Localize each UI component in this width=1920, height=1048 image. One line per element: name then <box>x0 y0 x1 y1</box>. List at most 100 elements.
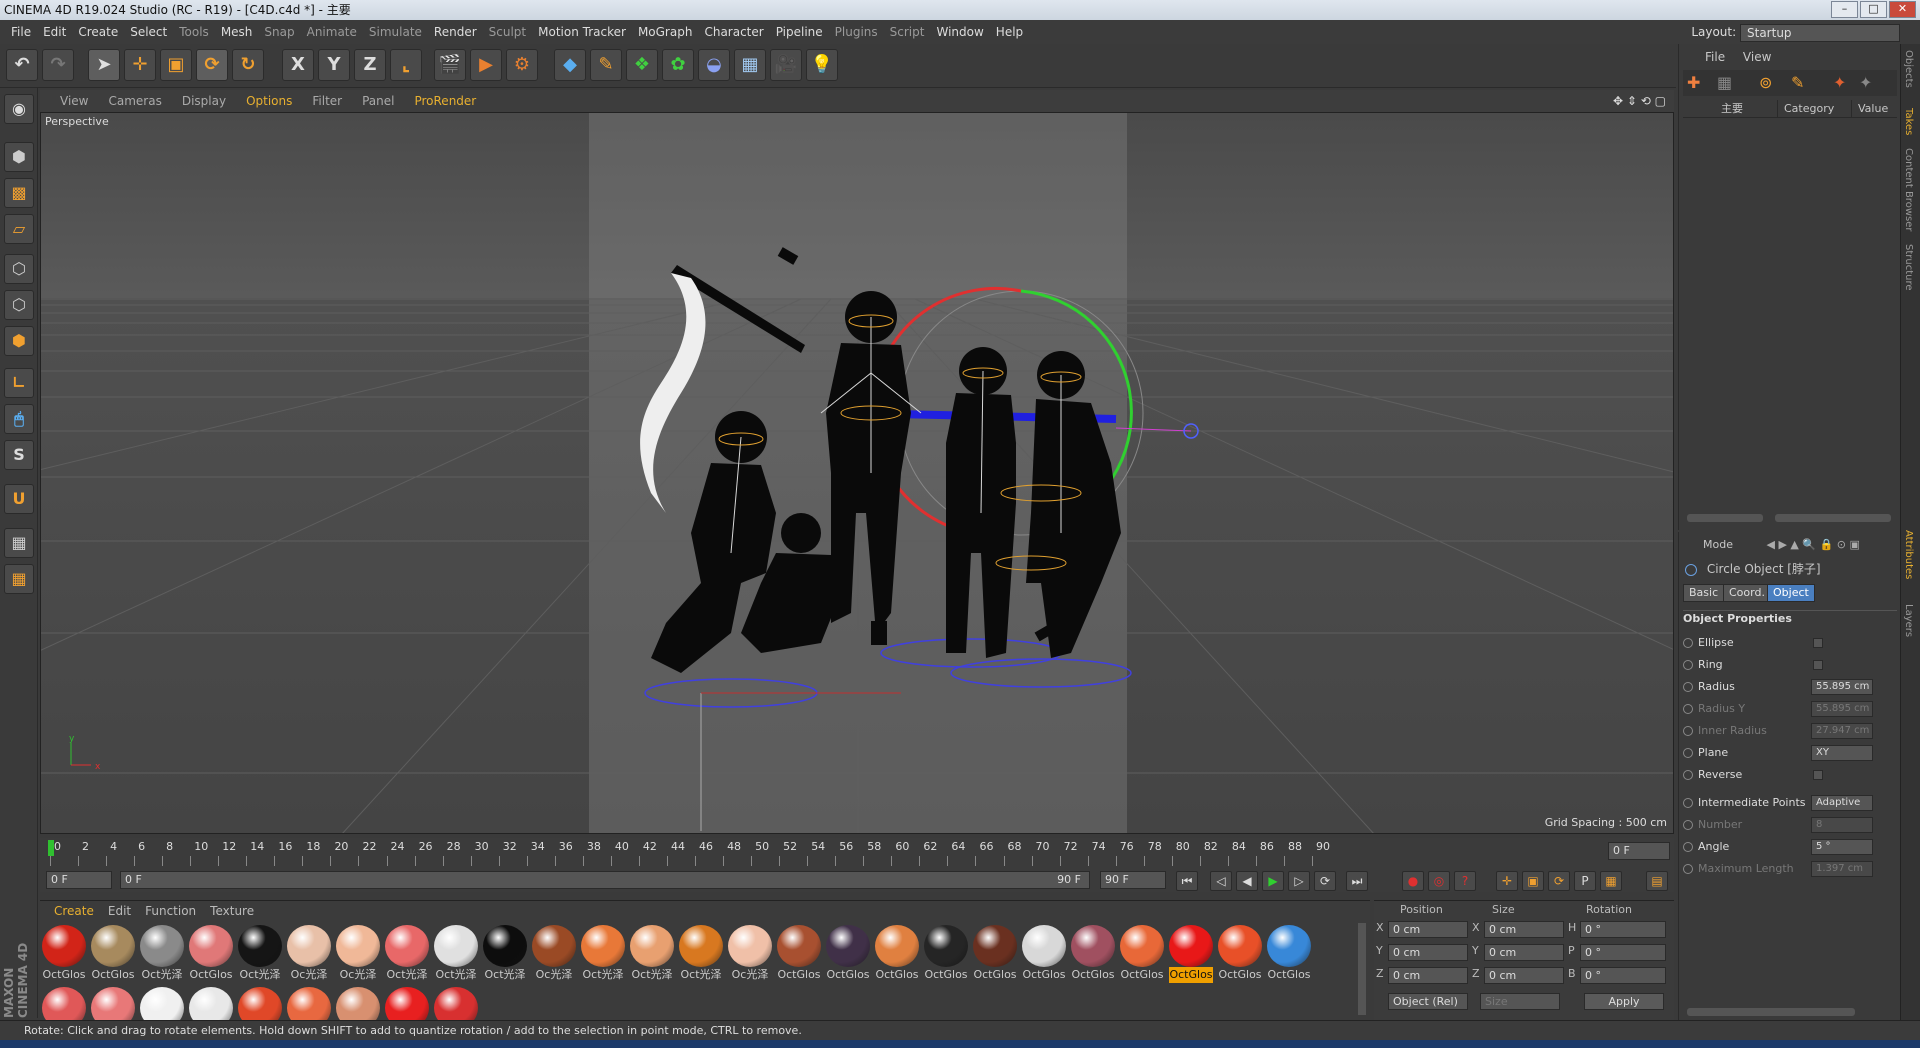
animate-toggle-icon[interactable] <box>1683 682 1693 692</box>
menu-help[interactable]: Help <box>995 20 1024 44</box>
side-tab-layers[interactable]: Layers <box>1903 604 1914 637</box>
material-swatch[interactable]: Oc光泽 <box>336 925 380 983</box>
key-pla-icon[interactable]: ▦ <box>1600 871 1622 891</box>
maximize-button[interactable]: □ <box>1860 1 1887 18</box>
animate-toggle-icon[interactable] <box>1683 748 1693 758</box>
attr-checkbox[interactable] <box>1813 660 1823 670</box>
menu-plugins[interactable]: Plugins <box>834 20 879 44</box>
menu-create[interactable]: Create <box>77 20 119 44</box>
pen-spline-icon[interactable]: ✎ <box>590 49 622 81</box>
material-swatch[interactable]: OctGlos <box>189 925 233 983</box>
redo-icon[interactable]: ↷ <box>42 49 74 81</box>
material-swatch[interactable]: OctGlos <box>826 925 870 983</box>
key-param-icon[interactable]: P <box>1574 871 1596 891</box>
menu-window[interactable]: Window <box>935 20 984 44</box>
material-swatch[interactable]: OctGlos <box>777 925 821 983</box>
side-tab-structure[interactable]: Structure <box>1903 244 1914 291</box>
record-icon[interactable]: ● <box>1402 871 1424 891</box>
subdivision-icon[interactable]: ❖ <box>626 49 658 81</box>
xpresso-icon[interactable]: ⊚ <box>1759 73 1772 92</box>
current-frame-field[interactable]: 0 F <box>1608 842 1670 860</box>
attr-scrollbar[interactable] <box>1687 1008 1855 1016</box>
viewport-menu-view[interactable]: View <box>60 90 88 112</box>
material-swatch[interactable] <box>336 987 380 1029</box>
render-view-icon[interactable]: 🎬 <box>434 49 466 81</box>
material-swatch[interactable]: Oct光泽 <box>385 925 429 983</box>
material-scrollbar[interactable] <box>1358 923 1366 1015</box>
layout-selector[interactable]: Layout: Startup <box>1691 22 1900 42</box>
layer-icon[interactable]: ▦ <box>1717 73 1732 92</box>
animate-toggle-icon[interactable] <box>1683 798 1693 808</box>
axis-mode-icon[interactable]: ∟ <box>4 368 34 398</box>
material-swatch[interactable]: OctGlos <box>1120 925 1164 983</box>
snap-icon[interactable]: U <box>4 484 34 514</box>
animate-toggle-icon[interactable] <box>1683 770 1693 780</box>
material-swatch[interactable]: OctGlos <box>42 925 86 983</box>
end-frame-field[interactable]: 90 F <box>1100 871 1166 889</box>
autokey-icon[interactable]: ◎ <box>1428 871 1450 891</box>
menu-mograph[interactable]: MoGraph <box>637 20 694 44</box>
material-menu-function[interactable]: Function <box>145 904 196 918</box>
coord-rotation-field[interactable]: 0 ° <box>1580 944 1666 961</box>
material-swatch[interactable]: Oc光泽 <box>287 925 331 983</box>
attr-value-field[interactable]: XY <box>1811 745 1873 761</box>
material-swatch[interactable]: Oct光泽 <box>483 925 527 983</box>
viewport-menu-panel[interactable]: Panel <box>362 90 394 112</box>
playhead[interactable] <box>48 840 54 856</box>
material-swatch[interactable] <box>238 987 282 1029</box>
ik-icon[interactable]: ✦ <box>1833 73 1846 92</box>
y-axis-icon[interactable]: Y <box>318 49 350 81</box>
menu-motion-tracker[interactable]: Motion Tracker <box>537 20 627 44</box>
viewport-nav-icons[interactable]: ✥ ⇕ ⟲ ▢ <box>1613 90 1666 112</box>
scale-tool-icon[interactable]: ▣ <box>160 49 192 81</box>
weight-icon[interactable]: ✦ <box>1859 73 1872 92</box>
material-swatch[interactable]: Oct光泽 <box>630 925 674 983</box>
viewport-menu-display[interactable]: Display <box>182 90 226 112</box>
timeline-ruler[interactable]: 0 2 4 6 8 10 12 14 16 18 20 22 24 26 28 30 32 34 36 38 40 42 4… <box>40 838 1674 868</box>
start-frame-field[interactable]: 0 F <box>46 871 112 889</box>
floor-environment-icon[interactable]: ▦ <box>734 49 766 81</box>
menu-tools[interactable]: Tools <box>178 20 210 44</box>
menu-simulate[interactable]: Simulate <box>368 20 423 44</box>
points-mode-icon[interactable]: ⬡ <box>4 254 34 284</box>
attr-checkbox[interactable] <box>1813 638 1823 648</box>
menu-sculpt[interactable]: Sculpt <box>488 20 527 44</box>
camera-icon[interactable]: 🎥 <box>770 49 802 81</box>
animate-toggle-icon[interactable] <box>1683 704 1693 714</box>
side-tab-attributes[interactable]: Attributes <box>1903 530 1914 579</box>
animate-toggle-icon[interactable] <box>1683 638 1693 648</box>
mode-menu[interactable]: Mode <box>1703 538 1733 551</box>
goto-end-icon[interactable]: ⏭ <box>1346 871 1368 891</box>
menu-render[interactable]: Render <box>433 20 478 44</box>
side-tab-takes[interactable]: Takes <box>1903 108 1914 135</box>
material-swatch[interactable] <box>42 987 86 1029</box>
prev-frame-icon[interactable]: ◀ <box>1236 871 1258 891</box>
key-rotation-icon[interactable]: ⟳ <box>1548 871 1570 891</box>
z-axis-icon[interactable]: Z <box>354 49 386 81</box>
make-editable-icon[interactable]: ◉ <box>4 94 34 124</box>
coord-size-dropdown[interactable]: Size <box>1480 993 1560 1010</box>
recent-tool-icon[interactable]: ↻ <box>232 49 264 81</box>
material-swatch[interactable]: Oct光泽 <box>679 925 723 983</box>
timeline-window-icon[interactable]: ▤ <box>1646 871 1668 891</box>
edges-mode-icon[interactable]: ⬡ <box>4 290 34 320</box>
menu-edit[interactable]: Edit <box>42 20 67 44</box>
material-swatch[interactable]: OctGlos <box>91 925 135 983</box>
texture-mode-icon[interactable]: ▩ <box>4 178 34 208</box>
menu-select[interactable]: Select <box>129 20 168 44</box>
deformer-icon[interactable]: ◒ <box>698 49 730 81</box>
material-swatch[interactable]: OctGlos <box>1267 925 1311 983</box>
material-swatch[interactable]: Oc光泽 <box>728 925 772 983</box>
coord-position-field[interactable]: 0 cm <box>1388 967 1468 984</box>
material-swatch[interactable] <box>140 987 184 1029</box>
tag-icon[interactable]: ✚ <box>1687 73 1700 92</box>
menu-pipeline[interactable]: Pipeline <box>775 20 824 44</box>
animate-toggle-icon[interactable] <box>1683 864 1693 874</box>
lock-workplane-icon[interactable]: ▦ <box>4 528 34 558</box>
frame-range-slider[interactable]: 0 F 90 F <box>120 871 1090 889</box>
viewport-perspective[interactable]: y x Perspective Grid Spacing : 500 cm <box>40 112 1674 834</box>
light-icon[interactable]: 💡 <box>806 49 838 81</box>
goto-start-icon[interactable]: ⏮ <box>1176 871 1198 891</box>
solo-mode-icon[interactable]: S <box>4 440 34 470</box>
material-swatch[interactable]: Oct光泽 <box>238 925 282 983</box>
